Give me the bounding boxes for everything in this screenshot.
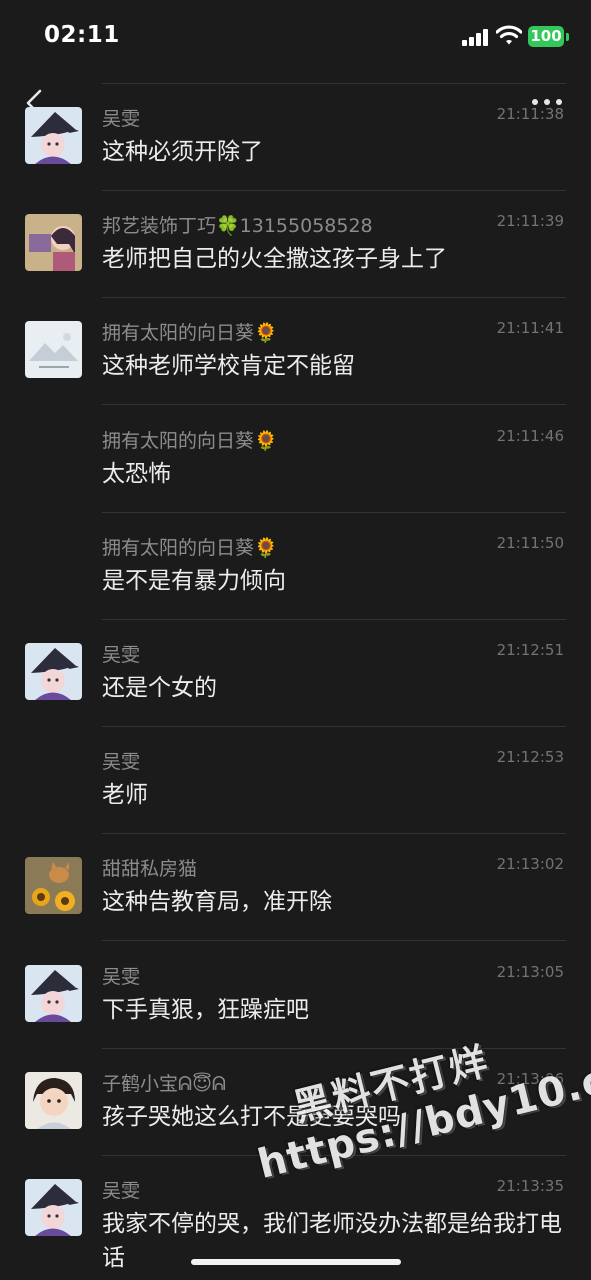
witch-avatar[interactable] <box>25 1179 82 1236</box>
sender-name[interactable]: 子鹤小宝ᕱ😇ᕱ <box>102 1069 226 1096</box>
sender-name[interactable]: 拥有太阳的向日葵🌻 <box>102 426 278 453</box>
message-row[interactable]: 吴雯 21:12:51 还是个女的 <box>0 620 591 727</box>
sender-name[interactable]: 甜甜私房猫 <box>102 854 197 881</box>
battery-indicator: 100 <box>528 26 564 47</box>
message-time: 21:11:38 <box>496 105 564 123</box>
home-indicator[interactable] <box>191 1259 401 1265</box>
child-photo-avatar[interactable] <box>25 1071 82 1129</box>
message-text: 老师 <box>102 782 148 809</box>
sender-name[interactable]: 吴雯 <box>102 1176 140 1203</box>
message-text: 太恐怖 <box>102 460 171 487</box>
status-time: 02:11 <box>44 22 120 48</box>
message-row[interactable]: 吴雯 21:11:38 这种必须开除了 <box>0 84 591 191</box>
battery-tip <box>566 33 569 41</box>
sunflower-cat-avatar[interactable] <box>25 857 82 915</box>
message-text: 这种老师学校肯定不能留 <box>102 353 355 380</box>
sender-name[interactable]: 吴雯 <box>102 640 140 667</box>
message-row[interactable]: 拥有太阳的向日葵🌻 21:11:50 是不是有暴力倾向 <box>0 513 591 620</box>
message-time: 21:11:50 <box>496 533 564 552</box>
message-row[interactable]: 甜甜私房猫 21:13:02 这种告教育局，准开除 <box>0 834 591 942</box>
message-time: 21:13:05 <box>496 962 564 981</box>
sender-name[interactable]: 吴雯 <box>102 747 140 774</box>
cellular-signal-icon <box>462 28 488 46</box>
message-time: 21:11:39 <box>496 212 564 231</box>
message-text: 还是个女的 <box>102 675 217 701</box>
message-time: 21:12:51 <box>496 641 564 659</box>
status-bar: 02:11 100 <box>0 0 591 70</box>
sender-name[interactable]: 吴雯 <box>102 104 140 131</box>
message-time: 21:11:46 <box>496 426 564 445</box>
mountain-placeholder-avatar[interactable] <box>25 321 82 379</box>
message-row[interactable]: 吴雯 21:12:53 老师 <box>0 727 591 835</box>
message-row[interactable]: 拥有太阳的向日葵🌻 21:11:46 太恐怖 <box>0 406 591 513</box>
message-row[interactable]: 拥有太阳的向日葵🌻 21:11:41 这种老师学校肯定不能留 <box>0 298 591 406</box>
message-time: 21:13:02 <box>496 855 564 874</box>
sender-name[interactable]: 拥有太阳的向日葵🌻 <box>102 318 278 345</box>
message-time: 21:12:53 <box>496 748 564 767</box>
message-time: 21:13:35 <box>496 1177 564 1195</box>
message-row[interactable]: 邦艺装饰丁巧🍀13155058528 21:11:39 老师把自己的火全撒这孩子身上… <box>0 191 591 299</box>
message-text: 这种必须开除了 <box>102 139 263 165</box>
anime-girl-avatar[interactable] <box>25 214 82 272</box>
message-text: 下手真狠，狂躁症吧 <box>102 996 309 1023</box>
wifi-icon <box>496 25 522 45</box>
witch-avatar[interactable] <box>25 107 82 164</box>
message-text: 老师把自己的火全撒这孩子身上了 <box>102 246 447 273</box>
message-time: 21:11:41 <box>496 319 564 338</box>
sender-name[interactable]: 拥有太阳的向日葵🌻 <box>102 533 278 560</box>
message-text: 是不是有暴力倾向 <box>102 567 286 594</box>
sender-name[interactable]: 吴雯 <box>102 962 140 989</box>
witch-avatar[interactable] <box>25 643 82 700</box>
sender-name[interactable]: 邦艺装饰丁巧🍀13155058528 <box>102 211 373 238</box>
witch-avatar[interactable] <box>25 964 82 1022</box>
message-text: 这种告教育局，准开除 <box>102 889 332 916</box>
